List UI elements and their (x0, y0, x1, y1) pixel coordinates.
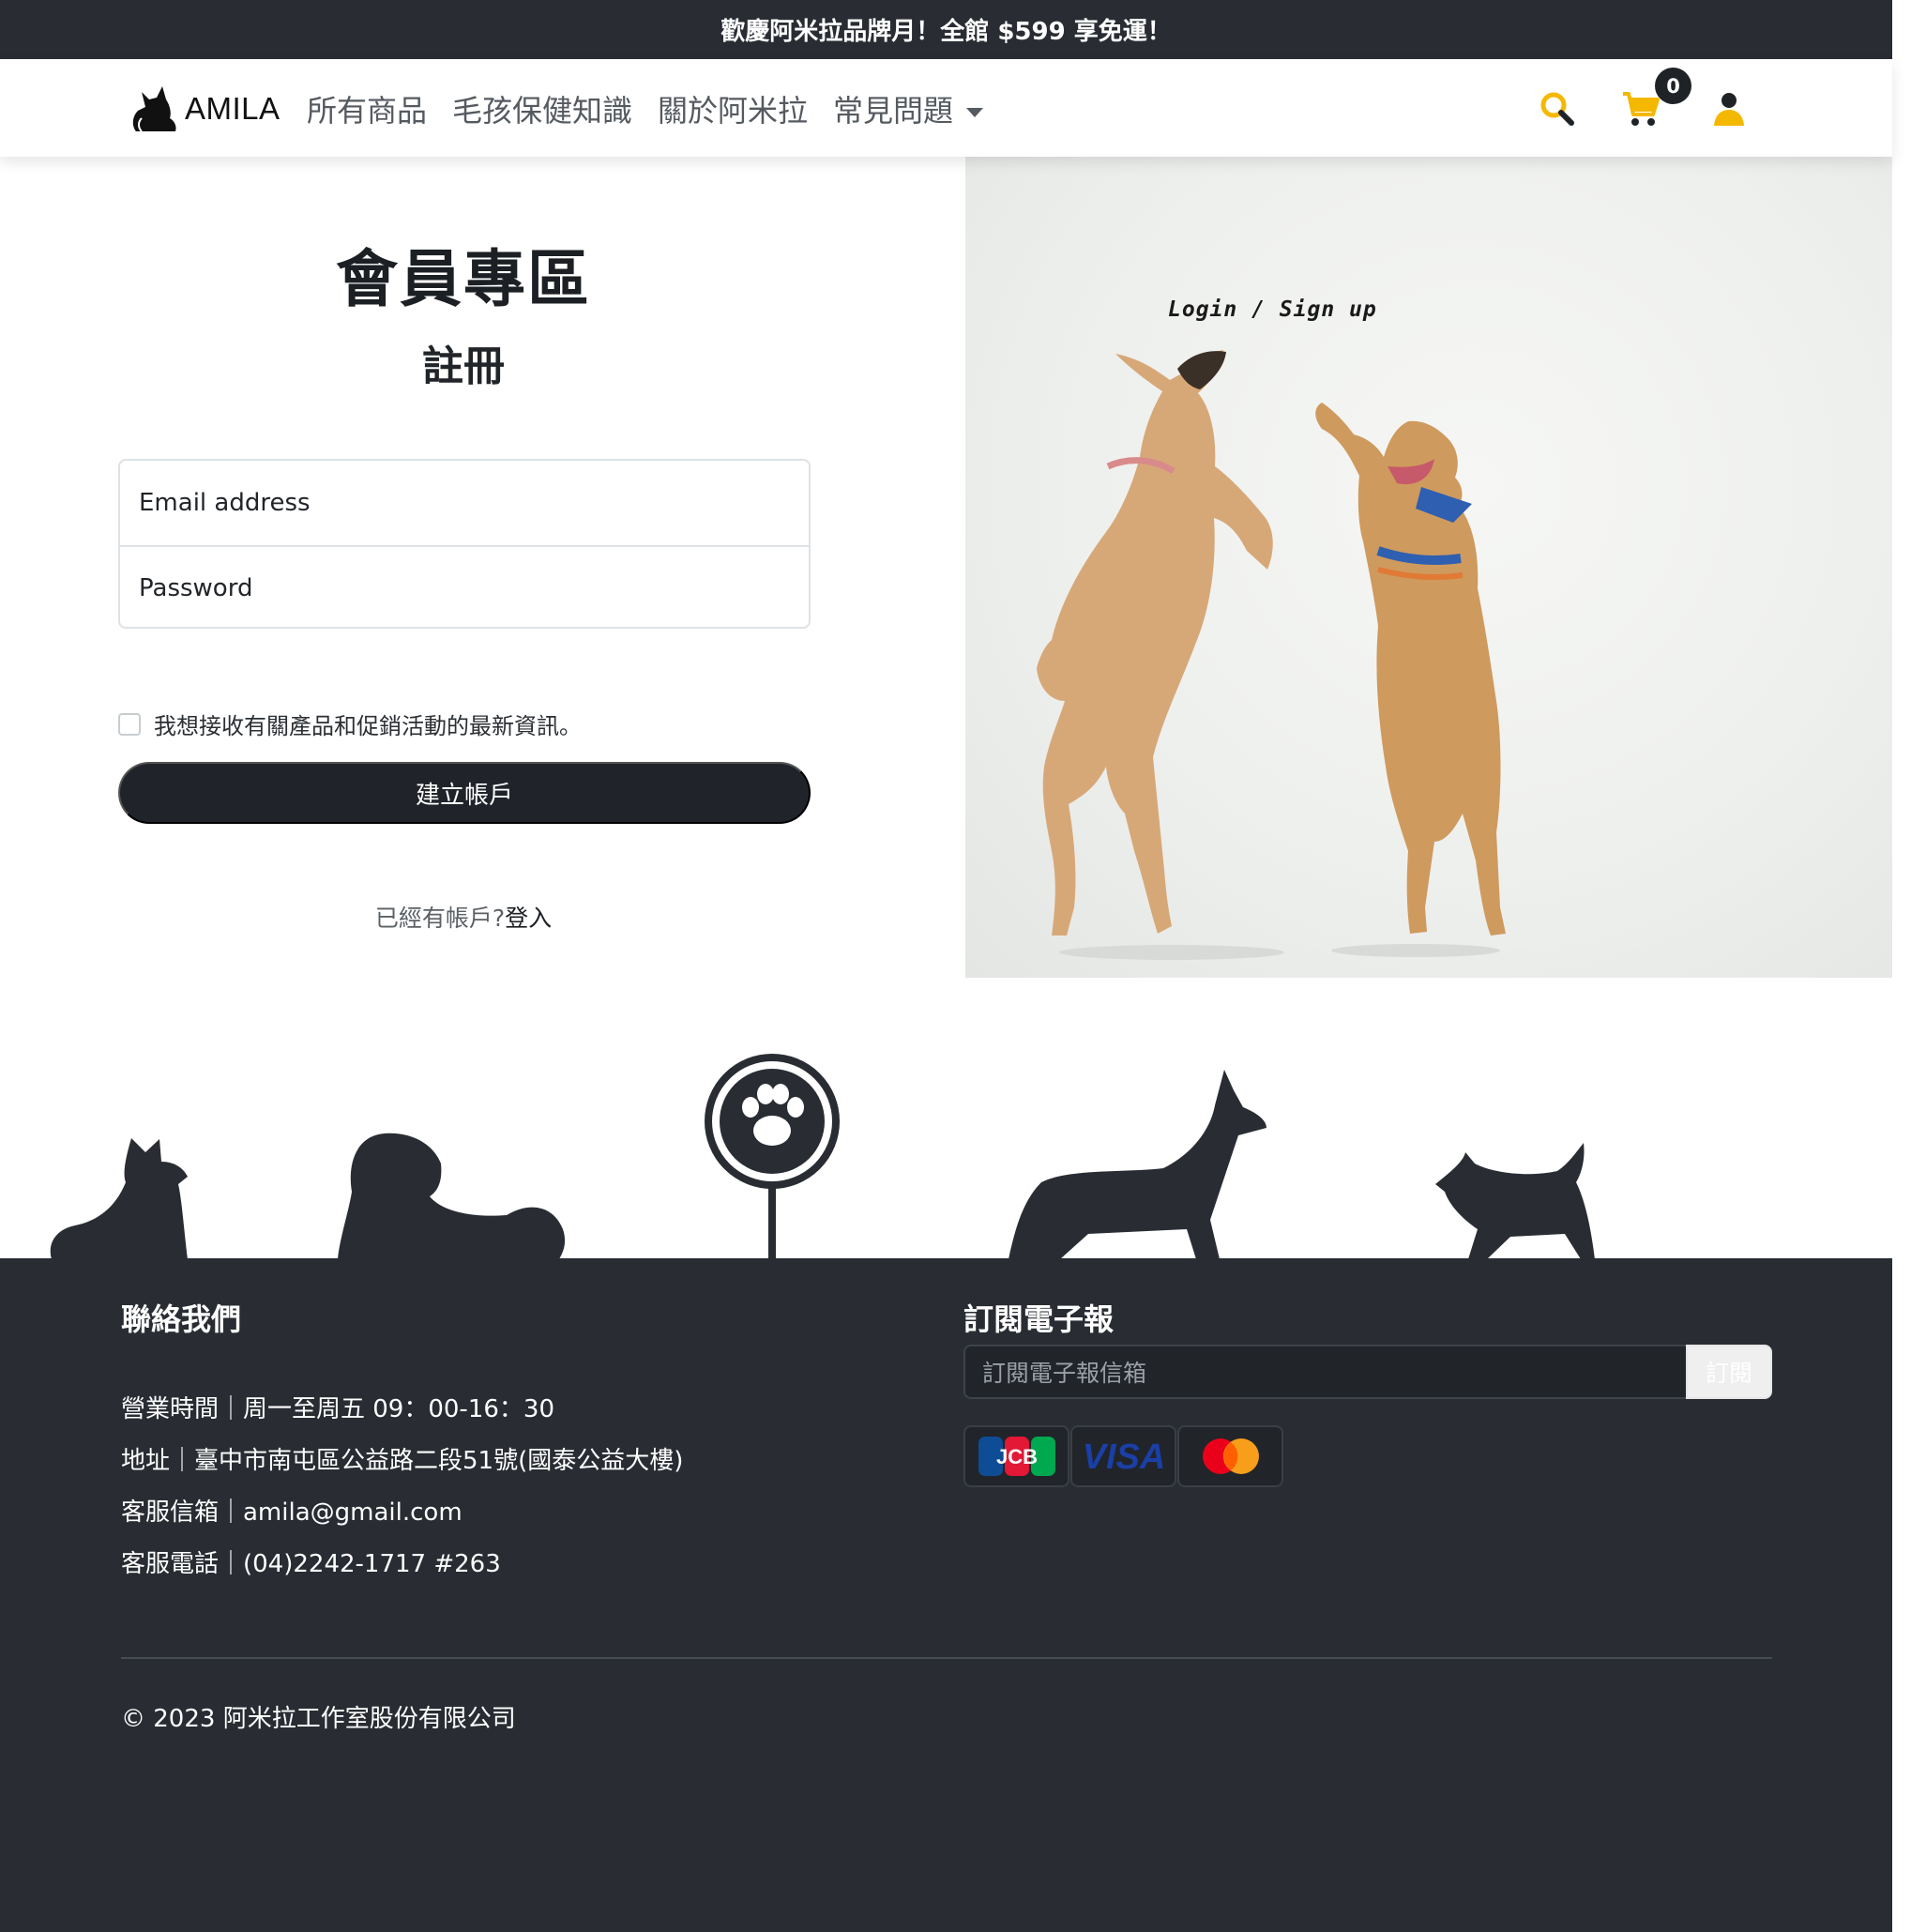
password-placeholder: Password (139, 574, 253, 602)
nav-link-about[interactable]: 關於阿米拉 (658, 87, 808, 130)
newsletter-placeholder: 訂閱電子報信箱 (982, 1360, 1147, 1387)
mastercard-card-icon (1177, 1425, 1283, 1487)
hero-image: Login / Sign up (965, 157, 1892, 978)
newsletter-email-input[interactable]: 訂閱電子報信箱 (963, 1345, 1687, 1399)
visa-logo-text: VISA (1082, 1438, 1165, 1477)
jcb-card-icon: JCB (963, 1425, 1069, 1487)
form-subtitle: 註冊 (422, 342, 505, 390)
newsletter-optin-row: 我想接收有關產品和促銷活動的最新資訊。 (118, 707, 582, 740)
login-prompt: 已經有帳戶?登入 (117, 900, 810, 934)
mastercard-logo (1202, 1438, 1259, 1474)
nav-links: 所有商品 毛孩保健知識 關於阿米拉 常見問題 (307, 87, 984, 130)
dogs-illustration (1037, 350, 1506, 960)
nav-link-faq-dropdown[interactable]: 常見問題 (833, 87, 984, 130)
email-placeholder: Email address (139, 489, 311, 517)
footer-divider (121, 1657, 1772, 1659)
copyright: © 2023 阿米拉工作室股份有限公司 (121, 1705, 516, 1733)
newsletter-optin-checkbox[interactable] (118, 712, 141, 736)
login-link[interactable]: 登入 (505, 905, 552, 932)
navbar: AMILA 所有商品 毛孩保健知識 關於阿米拉 常見問題 (0, 59, 1892, 157)
cart-icon (1623, 92, 1660, 126)
brand-logo-link[interactable]: AMILA (129, 84, 281, 133)
cat-logo-icon (132, 86, 176, 132)
announcement-bar: 歡慶阿米拉品牌月！全館 $599 享免運！ (0, 0, 1892, 59)
visa-logo: VISA (1082, 1438, 1165, 1477)
nav-link-pet-health[interactable]: 毛孩保健知識 (452, 87, 632, 130)
cart-count-badge: 0 (1655, 68, 1691, 104)
search-icon (1540, 92, 1574, 126)
email-field[interactable]: Email address (120, 461, 809, 545)
brand-name: AMILA (185, 91, 281, 126)
address: 地址｜臺中市南屯區公益路二段51號(國泰公益大樓) (121, 1447, 684, 1475)
search-button[interactable] (1536, 87, 1579, 130)
account-button[interactable] (1707, 87, 1751, 130)
pet-silhouettes-decoration (50, 1054, 1595, 1259)
user-icon (1714, 93, 1744, 126)
site-footer: 聯絡我們 營業時間｜周一至周五 09：00-16：30 地址｜臺中市南屯區公益路… (0, 1258, 1892, 1932)
business-hours: 營業時間｜周一至周五 09：00-16：30 (121, 1395, 554, 1423)
caret-down-icon (966, 108, 984, 117)
page: 歡慶阿米拉品牌月！全館 $599 享免運！ AMILA 所有商品 毛孩保健知識 … (0, 0, 1892, 1932)
password-field[interactable]: Password (120, 545, 809, 630)
subscribe-button[interactable]: 訂閱 (1686, 1345, 1772, 1399)
credentials-field-group: Email address Password (118, 459, 811, 629)
service-phone[interactable]: 客服電話｜(04)2242-1717 #263 (121, 1544, 501, 1579)
announcement-text: 歡慶阿米拉品牌月！全館 $599 享免運！ (720, 18, 1172, 46)
nav-link-all-products[interactable]: 所有商品 (307, 87, 427, 130)
visa-card-icon: VISA (1070, 1425, 1176, 1487)
contact-heading: 聯絡我們 (121, 1301, 242, 1337)
newsletter-optin-label: 我想接收有關產品和促銷活動的最新資訊。 (154, 713, 582, 739)
newsletter-heading: 訂閱電子報 (963, 1301, 1115, 1337)
jcb-logo: JCB (978, 1437, 1055, 1476)
have-account-text: 已經有帳戶? (374, 905, 506, 932)
service-email[interactable]: 客服信箱｜amila@gmail.com (121, 1493, 463, 1528)
jcb-logo-text: JCB (995, 1445, 1037, 1468)
create-account-button[interactable]: 建立帳戶 (118, 762, 811, 824)
page-title: 會員專區 (336, 243, 591, 315)
nav-link-faq-label: 常見問題 (833, 93, 954, 129)
